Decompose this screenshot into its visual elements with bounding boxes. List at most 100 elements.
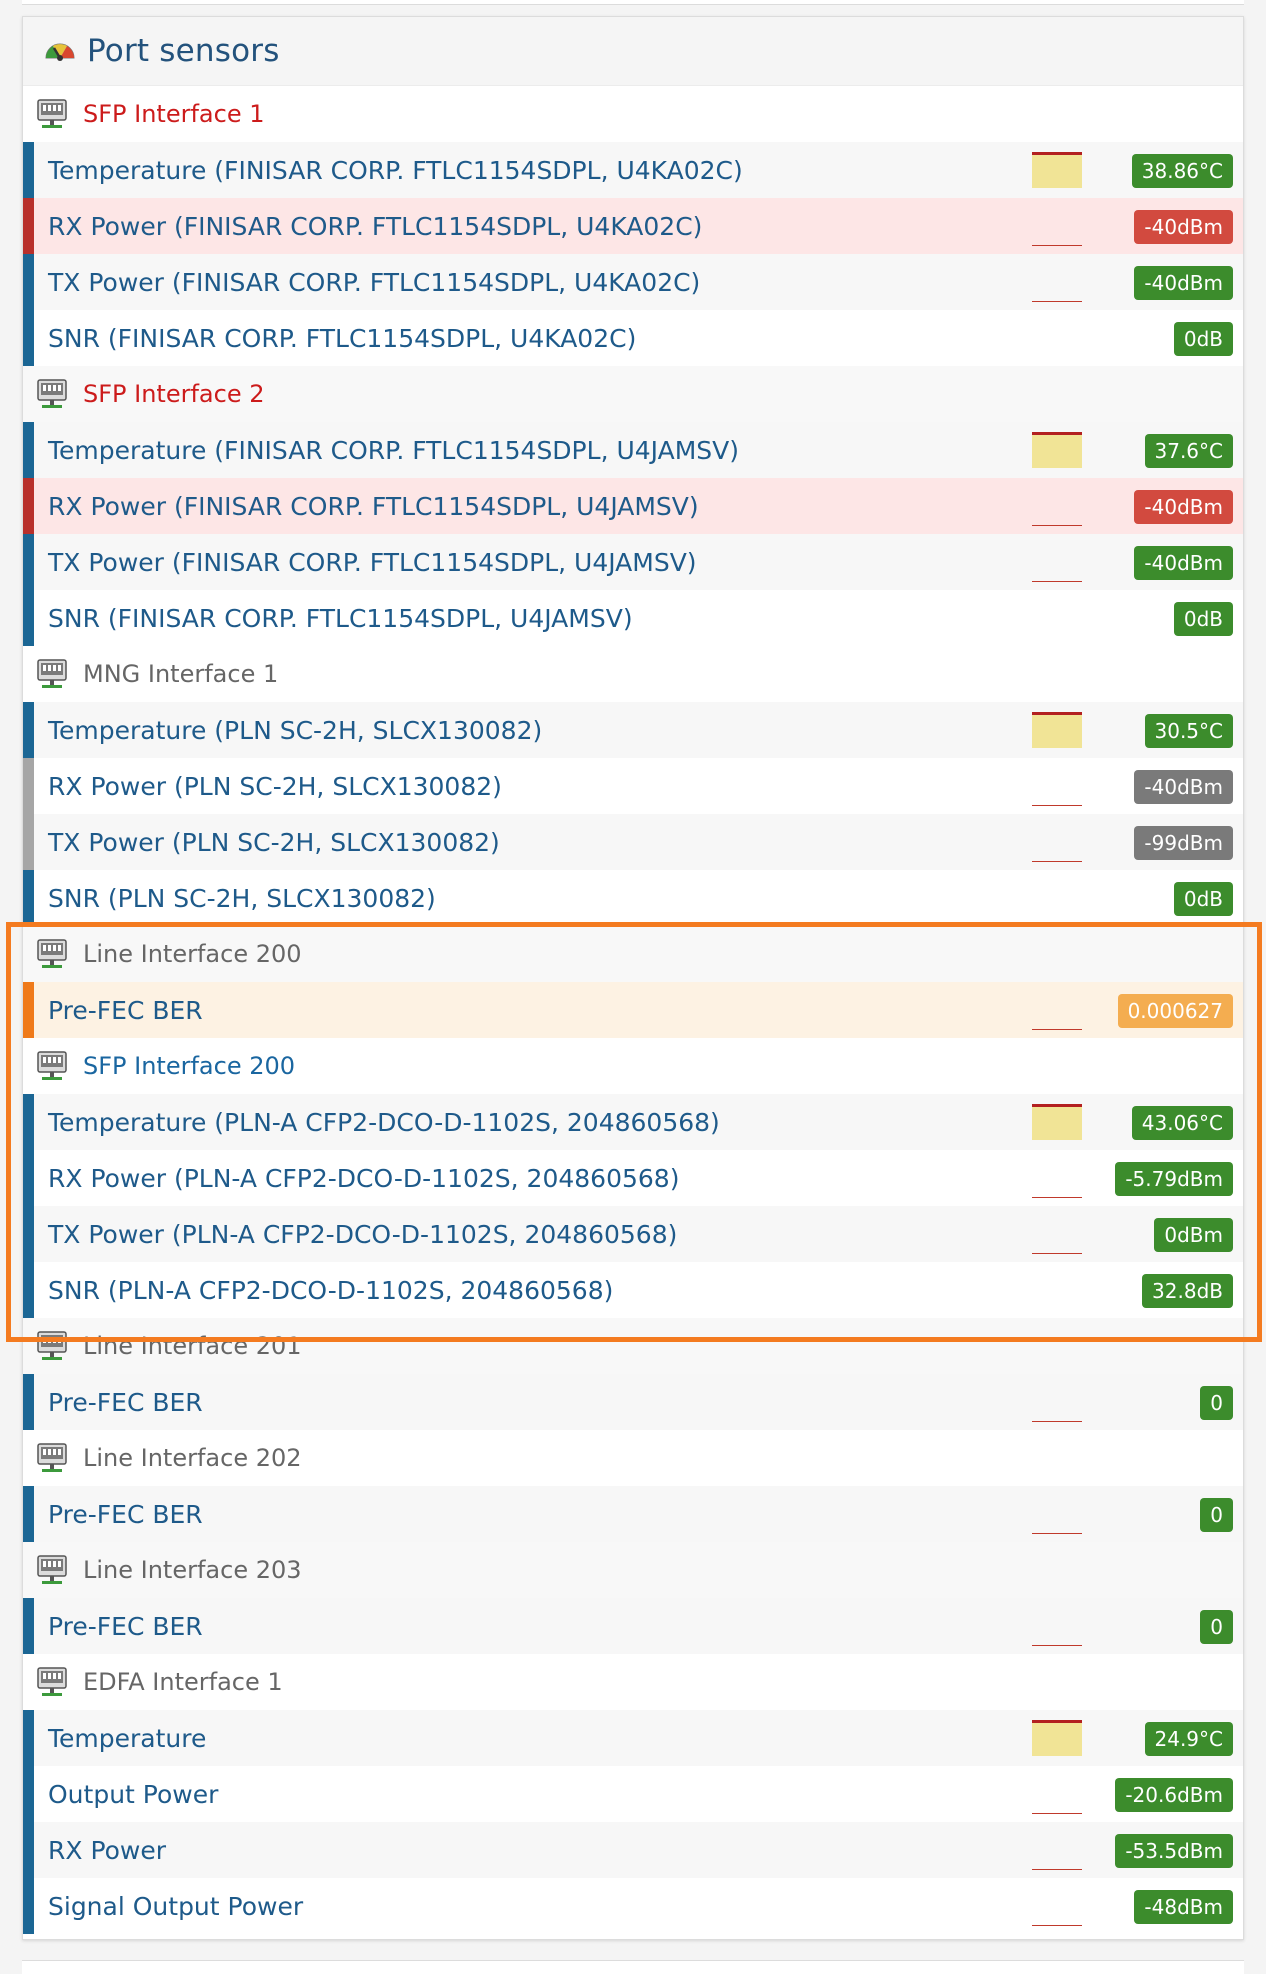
- sensor-label[interactable]: RX Power (PLN-A CFP2-DCO-D-1102S, 204860…: [34, 1164, 679, 1193]
- sensor-sparkline[interactable]: [1032, 712, 1082, 750]
- sensor-label[interactable]: SNR (PLN SC-2H, SLCX130082): [34, 884, 436, 913]
- interface-group-header[interactable]: Line Interface 203: [23, 1542, 1243, 1598]
- interface-group-header[interactable]: Line Interface 202: [23, 1430, 1243, 1486]
- sparkline-graph: [1032, 805, 1082, 806]
- sensor-label[interactable]: Temperature (FINISAR CORP. FTLC1154SDPL,…: [34, 156, 743, 185]
- sensor-row[interactable]: Pre-FEC BER 0: [23, 1486, 1243, 1542]
- sensor-value-badge: 0dBm: [1154, 1218, 1233, 1252]
- sensor-value-badge: 0: [1200, 1498, 1233, 1532]
- panel-header[interactable]: Port sensors: [23, 17, 1243, 86]
- sensor-sparkline[interactable]: [1032, 1720, 1082, 1758]
- sparkline-graph: [1032, 152, 1082, 188]
- interface-name[interactable]: MNG Interface 1: [83, 660, 278, 688]
- sensor-sparkline[interactable]: [1032, 152, 1082, 190]
- sensor-sparkline[interactable]: [1032, 1384, 1082, 1422]
- sensor-label[interactable]: Pre-FEC BER: [34, 1500, 203, 1529]
- sensor-row[interactable]: Temperature (FINISAR CORP. FTLC1154SDPL,…: [23, 142, 1243, 198]
- sensor-row[interactable]: SNR (FINISAR CORP. FTLC1154SDPL, U4KA02C…: [23, 310, 1243, 366]
- sensor-label[interactable]: Pre-FEC BER: [34, 996, 203, 1025]
- interface-name[interactable]: SFP Interface 200: [83, 1052, 295, 1080]
- sensor-label[interactable]: SNR (FINISAR CORP. FTLC1154SDPL, U4JAMSV…: [34, 604, 633, 633]
- sensor-label[interactable]: TX Power (PLN SC-2H, SLCX130082): [34, 828, 500, 857]
- interface-group-header[interactable]: EDFA Interface 1: [23, 1654, 1243, 1710]
- interface-group-header[interactable]: SFP Interface 2: [23, 366, 1243, 422]
- sensor-row[interactable]: TX Power (FINISAR CORP. FTLC1154SDPL, U4…: [23, 254, 1243, 310]
- sensor-row[interactable]: Temperature (PLN SC-2H, SLCX130082) 30.5°…: [23, 702, 1243, 758]
- sensor-row[interactable]: RX Power (FINISAR CORP. FTLC1154SDPL, U4…: [23, 478, 1243, 534]
- interface-group-header[interactable]: MNG Interface 1: [23, 646, 1243, 702]
- sensor-row[interactable]: Output Power -20.6dBm: [23, 1766, 1243, 1822]
- sensor-label[interactable]: SNR (FINISAR CORP. FTLC1154SDPL, U4KA02C…: [34, 324, 636, 353]
- sensor-row[interactable]: SNR (FINISAR CORP. FTLC1154SDPL, U4JAMSV…: [23, 590, 1243, 646]
- sensor-row[interactable]: Temperature 24.9°C: [23, 1710, 1243, 1766]
- sensor-row[interactable]: Pre-FEC BER 0: [23, 1598, 1243, 1654]
- sparkline-graph: [1032, 1645, 1082, 1646]
- sensor-sparkline[interactable]: [1032, 488, 1082, 526]
- sensor-row[interactable]: TX Power (PLN SC-2H, SLCX130082) -99dBm: [23, 814, 1243, 870]
- sensor-sparkline[interactable]: [1032, 208, 1082, 246]
- interface-name[interactable]: Line Interface 203: [83, 1556, 302, 1584]
- sensor-sparkline[interactable]: [1032, 544, 1082, 582]
- sensor-label[interactable]: Temperature (PLN-A CFP2-DCO-D-1102S, 204…: [34, 1108, 720, 1137]
- sensor-sparkline[interactable]: [1032, 1104, 1082, 1142]
- sensor-row[interactable]: RX Power (PLN-A CFP2-DCO-D-1102S, 204860…: [23, 1150, 1243, 1206]
- sensor-row[interactable]: Signal Output Power -48dBm: [23, 1878, 1243, 1934]
- sensor-row[interactable]: SNR (PLN SC-2H, SLCX130082) 0dB: [23, 870, 1243, 926]
- interface-group-header[interactable]: Line Interface 201: [23, 1318, 1243, 1374]
- sensor-row[interactable]: Temperature (PLN-A CFP2-DCO-D-1102S, 204…: [23, 1094, 1243, 1150]
- sensor-sparkline[interactable]: [1032, 1496, 1082, 1534]
- sensor-label[interactable]: Pre-FEC BER: [34, 1388, 203, 1417]
- sensor-row[interactable]: TX Power (PLN-A CFP2-DCO-D-1102S, 204860…: [23, 1206, 1243, 1262]
- sensor-row[interactable]: Pre-FEC BER 0.000627: [23, 982, 1243, 1038]
- interface-group-header[interactable]: SFP Interface 1: [23, 86, 1243, 142]
- sensor-label[interactable]: Temperature: [34, 1724, 206, 1753]
- sensor-label[interactable]: RX Power (PLN SC-2H, SLCX130082): [34, 772, 502, 801]
- sensor-row[interactable]: RX Power -53.5dBm: [23, 1822, 1243, 1878]
- sensor-row[interactable]: SNR (PLN-A CFP2-DCO-D-1102S, 204860568) 3…: [23, 1262, 1243, 1318]
- sensor-label[interactable]: RX Power: [34, 1836, 166, 1865]
- sensor-label[interactable]: Temperature (PLN SC-2H, SLCX130082): [34, 716, 542, 745]
- sensor-value-badge: 0dB: [1173, 602, 1233, 636]
- interface-name[interactable]: SFP Interface 1: [83, 100, 265, 128]
- page: Port sensors SFP Interface 1 Temperature …: [0, 0, 1266, 1974]
- port-icon: [37, 939, 67, 968]
- sensor-sparkline[interactable]: [1032, 768, 1082, 806]
- sensor-label[interactable]: Signal Output Power: [34, 1892, 303, 1921]
- interface-group-header[interactable]: Line Interface 200: [23, 926, 1243, 982]
- sensor-sparkline[interactable]: [1032, 1832, 1082, 1870]
- port-icon: [37, 1443, 67, 1472]
- interface-name[interactable]: EDFA Interface 1: [83, 1668, 283, 1696]
- sensor-label[interactable]: Pre-FEC BER: [34, 1612, 203, 1641]
- sparkline-graph: [1032, 1253, 1082, 1254]
- interface-name[interactable]: Line Interface 201: [83, 1332, 302, 1360]
- interface-name[interactable]: Line Interface 202: [83, 1444, 302, 1472]
- sensor-label[interactable]: RX Power (FINISAR CORP. FTLC1154SDPL, U4…: [34, 492, 699, 521]
- sensor-sparkline[interactable]: [1032, 264, 1082, 302]
- sensor-label[interactable]: SNR (PLN-A CFP2-DCO-D-1102S, 204860568): [34, 1276, 613, 1305]
- sensor-sparkline[interactable]: [1032, 1776, 1082, 1814]
- sensor-sparkline[interactable]: [1032, 1888, 1082, 1926]
- sensor-sparkline[interactable]: [1032, 432, 1082, 470]
- sensor-label[interactable]: TX Power (PLN-A CFP2-DCO-D-1102S, 204860…: [34, 1220, 677, 1249]
- sensor-label[interactable]: TX Power (FINISAR CORP. FTLC1154SDPL, U4…: [34, 548, 697, 577]
- sensor-row[interactable]: RX Power (PLN SC-2H, SLCX130082) -40dBm: [23, 758, 1243, 814]
- interface-name[interactable]: Line Interface 200: [83, 940, 302, 968]
- interface-name[interactable]: SFP Interface 2: [83, 380, 265, 408]
- sensor-sparkline[interactable]: [1032, 1608, 1082, 1646]
- sensor-row[interactable]: TX Power (FINISAR CORP. FTLC1154SDPL, U4…: [23, 534, 1243, 590]
- sensor-sparkline[interactable]: [1032, 1216, 1082, 1254]
- sensor-label[interactable]: RX Power (FINISAR CORP. FTLC1154SDPL, U4…: [34, 212, 702, 241]
- sensor-row[interactable]: RX Power (FINISAR CORP. FTLC1154SDPL, U4…: [23, 198, 1243, 254]
- sensor-sparkline[interactable]: [1032, 824, 1082, 862]
- sparkline-graph: [1032, 1720, 1082, 1756]
- sensor-sparkline[interactable]: [1032, 1160, 1082, 1198]
- sparkline-graph: [1032, 1869, 1082, 1870]
- sensor-label[interactable]: TX Power (FINISAR CORP. FTLC1154SDPL, U4…: [34, 268, 700, 297]
- sensor-row[interactable]: Temperature (FINISAR CORP. FTLC1154SDPL,…: [23, 422, 1243, 478]
- sensor-label[interactable]: Temperature (FINISAR CORP. FTLC1154SDPL,…: [34, 436, 739, 465]
- sensor-label[interactable]: Output Power: [34, 1780, 218, 1809]
- interface-group-header[interactable]: SFP Interface 200: [23, 1038, 1243, 1094]
- sensor-sparkline[interactable]: [1032, 992, 1082, 1030]
- sensor-row[interactable]: Pre-FEC BER 0: [23, 1374, 1243, 1430]
- gauge-icon: [45, 43, 75, 61]
